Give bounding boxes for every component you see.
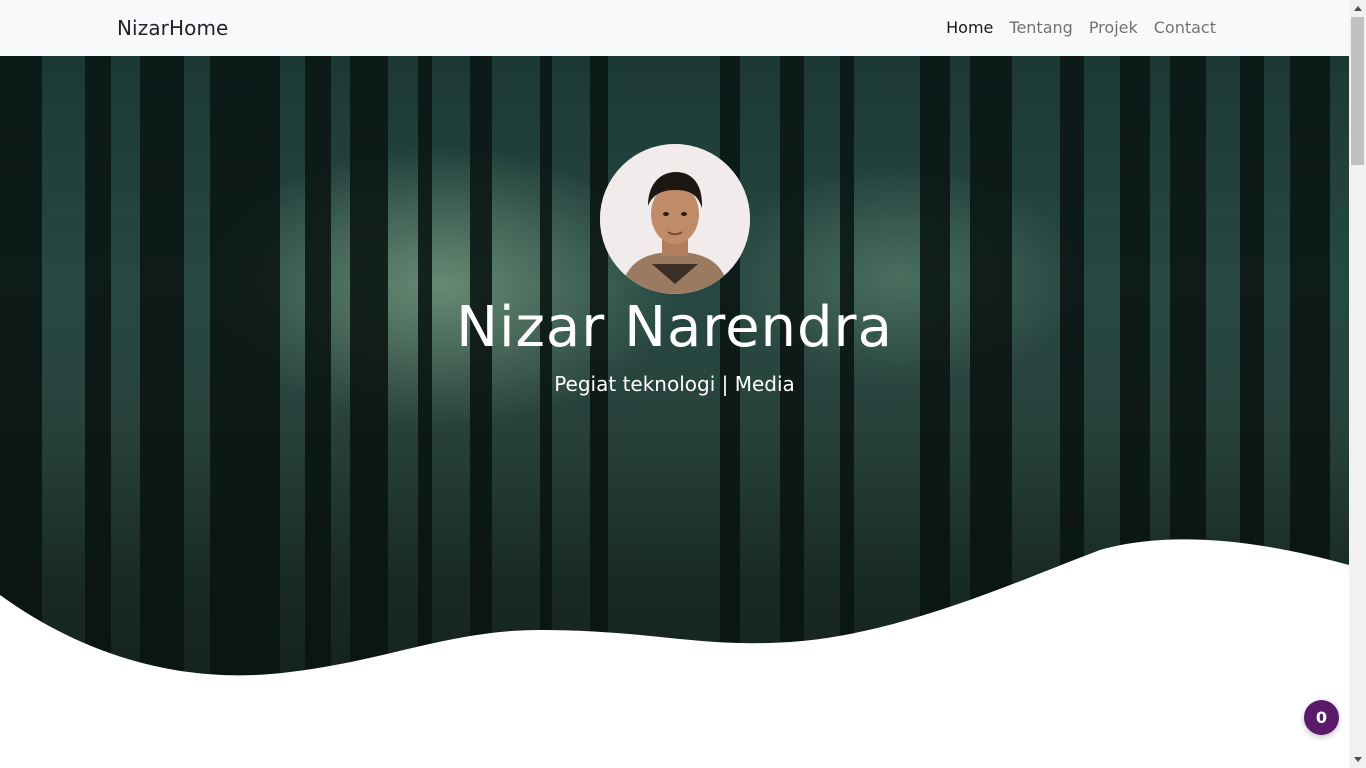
nav-projek[interactable]: Projek xyxy=(1081,16,1146,40)
navbar: NizarHome Home Tentang Projek Contact xyxy=(0,0,1349,56)
nav-links: Home Tentang Projek Contact xyxy=(938,16,1224,40)
nav-tentang[interactable]: Tentang xyxy=(1001,16,1080,40)
nav-contact[interactable]: Contact xyxy=(1146,16,1224,40)
scroll-thumb[interactable] xyxy=(1351,17,1364,165)
notification-badge[interactable]: 0 xyxy=(1304,700,1339,735)
hero-title: Nizar Narendra xyxy=(456,295,893,360)
scroll-down-arrow-icon[interactable] xyxy=(1349,751,1366,768)
avatar xyxy=(600,144,750,294)
hero-subtitle: Pegiat teknologi | Media xyxy=(554,372,795,396)
wave-divider xyxy=(0,539,1349,768)
scroll-up-arrow-icon[interactable] xyxy=(1349,0,1366,17)
profile-photo-icon xyxy=(600,144,750,294)
nav-home[interactable]: Home xyxy=(938,16,1001,40)
page-scrollbar[interactable] xyxy=(1349,0,1366,768)
brand-link[interactable]: NizarHome xyxy=(117,14,228,42)
